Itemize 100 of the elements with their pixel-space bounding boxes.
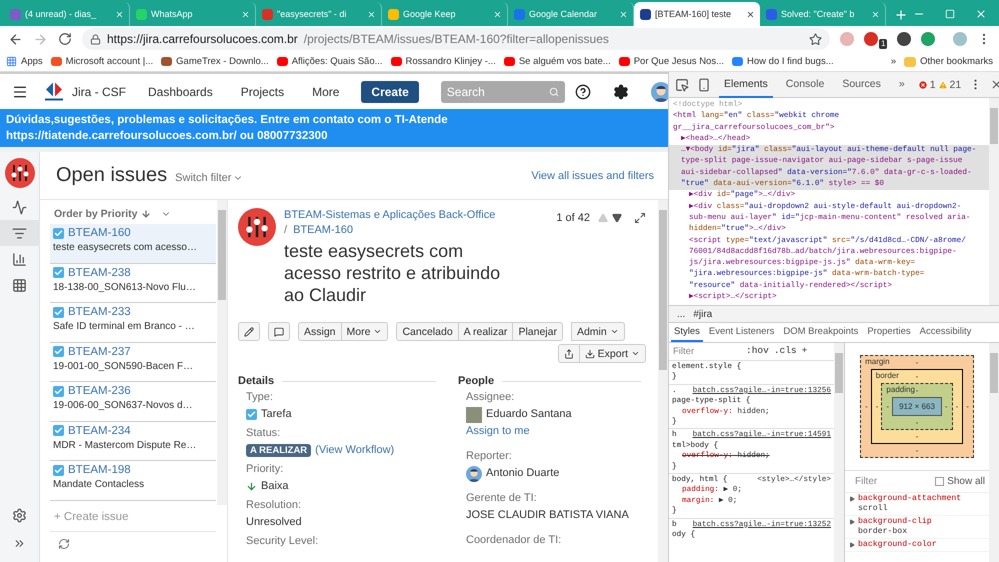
pencil-icon	[244, 326, 254, 336]
expand-icon[interactable]	[849, 496, 855, 502]
pane-tab[interactable]: Accessibility	[916, 323, 974, 342]
issue-key-link[interactable]: BTEAM-160	[293, 223, 353, 238]
issue-list-item[interactable]: BTEAM-238 18-138-00_SON613-Novo Flu…	[50, 264, 216, 303]
scrollbar[interactable]	[989, 98, 999, 305]
css-property[interactable]: background-color	[858, 540, 937, 550]
action-button[interactable]: Planejar	[513, 322, 563, 341]
breadcrumb-item[interactable]: #jira	[693, 308, 712, 320]
add-rule-button[interactable]: +	[802, 346, 808, 357]
extension-icon[interactable]	[864, 32, 878, 46]
devtools-tab[interactable]: Console	[780, 72, 830, 98]
nav-link[interactable]: More	[312, 84, 340, 98]
maximize-icon[interactable]	[945, 9, 955, 19]
action-button[interactable]: Cancelado	[396, 322, 459, 341]
back-icon[interactable]	[8, 32, 23, 46]
view-workflow-link[interactable]: (View Workflow)	[315, 442, 394, 459]
scrollbar[interactable]	[658, 200, 668, 562]
site-icon	[732, 57, 744, 66]
create-button[interactable]: Create	[361, 80, 419, 102]
export-button[interactable]: Export	[580, 344, 646, 363]
pane-tab[interactable]: Event Listeners	[706, 323, 778, 342]
switch-filter-link[interactable]: Switch filter	[175, 172, 244, 184]
extension-icon[interactable]	[897, 32, 912, 46]
help-icon[interactable]	[574, 84, 591, 100]
settings-icon[interactable]	[12, 508, 27, 523]
settings-icon[interactable]	[612, 84, 629, 100]
box-value: -	[864, 401, 869, 413]
bookmark[interactable]: Por Que Jesus Nos...	[618, 56, 724, 67]
action-button[interactable]: More	[342, 322, 388, 341]
issue-key: BTEAM-233	[68, 306, 131, 318]
pane-tab[interactable]: DOM Breakpoints	[780, 323, 862, 342]
expand-icon[interactable]	[13, 537, 26, 550]
expand-icon[interactable]	[634, 212, 646, 224]
close-icon[interactable]	[746, 10, 755, 18]
breadcrumb-item[interactable]: ...	[677, 308, 686, 320]
arrow-down-icon	[246, 481, 257, 492]
hov-toggle[interactable]: :hov	[746, 346, 769, 357]
edit-button[interactable]	[238, 322, 260, 341]
address-bar[interactable]: https://jira.carrefoursolucoes.com.br /projects/BTEAM/issues/BTEAM-160?filter=allopenissues	[82, 28, 830, 50]
inspect-icon[interactable]	[675, 78, 689, 92]
scrollbar[interactable]	[989, 343, 999, 562]
cls-toggle[interactable]: .cls	[774, 346, 797, 357]
expand-icon[interactable]	[849, 519, 855, 525]
share-button[interactable]	[558, 344, 580, 363]
expand-icon[interactable]	[849, 542, 855, 548]
bookmark[interactable]: Rossandro Klinjey -...	[390, 56, 496, 67]
project-link[interactable]: BTEAM-Sistemas e Aplicações Back-Office	[284, 208, 548, 223]
order-by-dropdown[interactable]: Order by Priority	[54, 208, 138, 220]
browser-tab[interactable]: [BTEAM-160] teste	[634, 2, 760, 26]
task-icon	[53, 386, 64, 396]
reload-icon[interactable]	[58, 32, 72, 46]
issue-list-item[interactable]: BTEAM-234 MDR - Mastercom Dispute Re…	[50, 422, 216, 461]
folder-icon	[904, 56, 916, 66]
nav-link[interactable]: Projects	[240, 84, 284, 98]
view-all-link[interactable]: View all issues and filters	[531, 170, 654, 182]
new-tab-icon[interactable]	[894, 8, 908, 22]
pane-tab[interactable]: Styles	[671, 323, 703, 342]
site-icon	[50, 57, 62, 66]
css-property[interactable]: background-attachment	[858, 494, 962, 504]
css-property[interactable]: background-clip	[858, 517, 932, 527]
search-field[interactable]: Search	[440, 80, 565, 102]
field-label: Resolution:	[246, 498, 302, 513]
issue-list-item[interactable]: BTEAM-160 teste easysecrets com acesso…	[50, 224, 216, 264]
action-button[interactable]: Assign	[298, 322, 342, 341]
comment-button[interactable]	[268, 322, 290, 341]
box-label: border	[876, 371, 899, 380]
refresh-icon[interactable]	[58, 538, 70, 550]
scrollbar[interactable]	[834, 343, 844, 562]
bookmark[interactable]: Microsoft account |...	[50, 56, 154, 67]
sidebar-item[interactable]	[0, 220, 40, 246]
star-icon[interactable]	[809, 32, 822, 46]
task-icon	[53, 267, 64, 278]
assign-to-me-link[interactable]: Assign to me	[466, 423, 530, 440]
action-button[interactable]: Admin	[570, 322, 625, 341]
scrollbar[interactable]	[217, 200, 227, 505]
action-button[interactable]: A realizar	[458, 322, 514, 341]
extension-badge: 1	[879, 39, 888, 49]
bookmark[interactable]: Aflições: Quais São...	[276, 56, 383, 67]
issue-list-item[interactable]: BTEAM-237 19-001-00_SON590-Bacen F…	[50, 342, 216, 382]
css-value: scroll	[858, 504, 888, 514]
caret-icon	[610, 327, 619, 336]
bookmark[interactable]: Apps	[6, 56, 43, 67]
devtools-tab[interactable]: Elements	[719, 72, 773, 98]
issue-summary: MDR - Mastercom Dispute Re…	[53, 438, 196, 452]
device-icon[interactable]	[697, 78, 711, 92]
devtools-tab[interactable]: Sources	[837, 72, 886, 98]
menu-icon[interactable]	[12, 84, 28, 100]
nav-link[interactable]: Dashboards	[148, 84, 213, 98]
arrow-down-icon[interactable]	[141, 209, 152, 219]
more-bookmarks[interactable]: »	[890, 56, 896, 67]
issue-summary: 18-138-00_SON613-Novo Flu…	[53, 280, 196, 294]
pane-tab[interactable]: Properties	[864, 323, 914, 342]
next-icon[interactable]	[612, 213, 622, 223]
more-tabs[interactable]: »	[894, 72, 910, 98]
bookmark[interactable]: How do I find bugs...	[732, 56, 834, 67]
bookmark[interactable]: Se alguém vos bate...	[504, 56, 611, 67]
show-all-checkbox[interactable]: Show all	[935, 476, 985, 487]
bookmark[interactable]: GameTrex - Downlo...	[161, 56, 269, 67]
bookmark-folder[interactable]: Other bookmarks	[904, 56, 993, 67]
